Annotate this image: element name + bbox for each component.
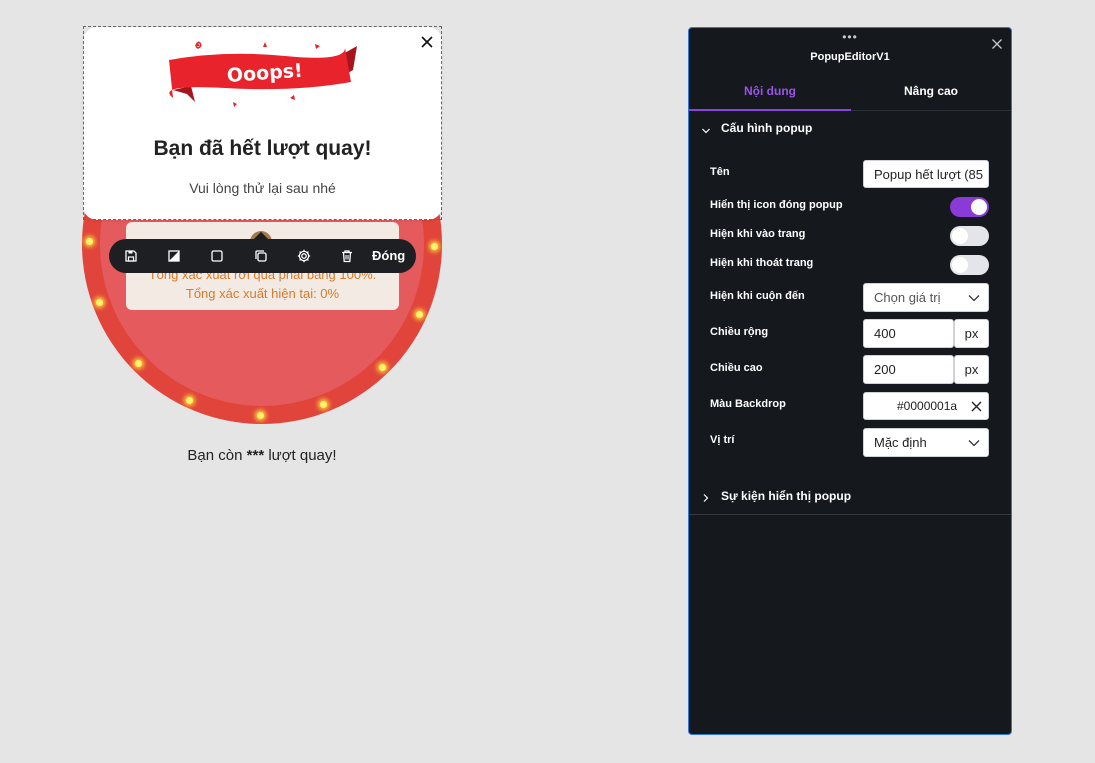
position-value: Mặc định [874,435,927,450]
panel-close-icon[interactable] [991,38,1003,50]
width-input[interactable]: 400 [863,319,954,348]
backdrop-color-value: #0000001a [897,399,958,413]
width-label: Chiều rộng [710,326,769,338]
spin-suffix: lượt quay! [264,447,337,464]
toggle-knob [952,228,968,244]
height-label: Chiều cao [710,362,763,374]
width-unit[interactable]: px [954,319,989,348]
element-toolbar: Đóng [109,239,416,273]
name-input-value: Popup hết lượt (85 [874,167,984,182]
show-on-scroll-select[interactable]: Chọn giá trị [863,283,989,312]
contrast-icon[interactable] [166,248,182,264]
section-display-events[interactable]: Sự kiện hiển thị popup [721,489,851,503]
position-label: Vị trí [710,434,735,446]
backdrop-label: Màu Backdrop [710,398,786,410]
show-close-icon-toggle[interactable] [950,197,989,217]
popup-subtitle: Vui lòng thử lại sau nhé [189,180,336,196]
height-input-value: 200 [874,362,896,377]
active-tab-indicator [689,109,851,111]
position-select[interactable]: Mặc định [863,428,989,457]
rim-bulb [416,311,423,318]
save-icon[interactable] [123,248,139,264]
show-on-scroll-label: Hiện khi cuộn đến [710,290,805,302]
section-divider [689,514,1011,515]
drag-handle[interactable]: ••• [689,30,1011,44]
section-popup-config[interactable]: Cấu hình popup [721,121,812,135]
rim-bulb [86,238,93,245]
rim-bulb [320,401,327,408]
popup-close-icon[interactable] [418,33,436,51]
popup-title: Bạn đã hết lượt quay! [153,137,372,160]
remaining-spins-text: Bạn còn *** lượt quay! [82,447,442,464]
rim-bulb [431,243,438,250]
rim-bulb [379,364,386,371]
name-input[interactable]: Popup hết lượt (85 [863,160,989,188]
close-toolbar-button[interactable]: Đóng [372,248,405,263]
chevron-down-icon [968,295,980,302]
show-on-scroll-value: Chọn giá trị [874,290,941,305]
height-input[interactable]: 200 [863,355,954,384]
toggle-knob [952,257,968,273]
duplicate-icon[interactable] [253,248,269,264]
width-input-value: 400 [874,326,896,341]
toggle-knob [971,199,987,215]
show-on-exit-label: Hiện khi thoát trang [710,257,814,269]
tab-content[interactable]: Nội dung [689,84,851,98]
rim-bulb [186,397,193,404]
ooops-ribbon: Ooops! [169,41,357,107]
panel-title: PopupEditorV1 [810,51,890,63]
rim-bulb [96,299,103,306]
show-on-enter-label: Hiện khi vào trang [710,228,806,240]
gear-icon[interactable] [296,248,312,264]
show-on-enter-toggle[interactable] [950,226,989,246]
backdrop-color-input[interactable]: #0000001a [863,392,989,420]
trash-icon[interactable] [339,248,355,264]
chevron-down-icon [968,440,980,447]
name-label: Tên [710,166,730,178]
spin-prefix: Bạn còn [187,447,247,464]
popup-editor-panel: ••• PopupEditorV1 Nội dung Nâng cao Cấu … [688,27,1012,735]
chevron-down-icon[interactable] [701,126,711,136]
height-unit[interactable]: px [954,355,989,384]
square-icon[interactable] [209,248,225,264]
show-on-exit-toggle[interactable] [950,255,989,275]
spin-count: *** [246,447,265,464]
rim-bulb [257,412,264,419]
chevron-right-icon[interactable] [701,493,711,503]
rim-bulb [135,360,142,367]
tab-advanced[interactable]: Nâng cao [851,84,1011,98]
clear-icon[interactable] [971,401,982,412]
probability-current: Tổng xác xuất hiện tại: 0% [185,286,340,301]
show-close-icon-label: Hiển thị icon đóng popup [710,199,843,211]
